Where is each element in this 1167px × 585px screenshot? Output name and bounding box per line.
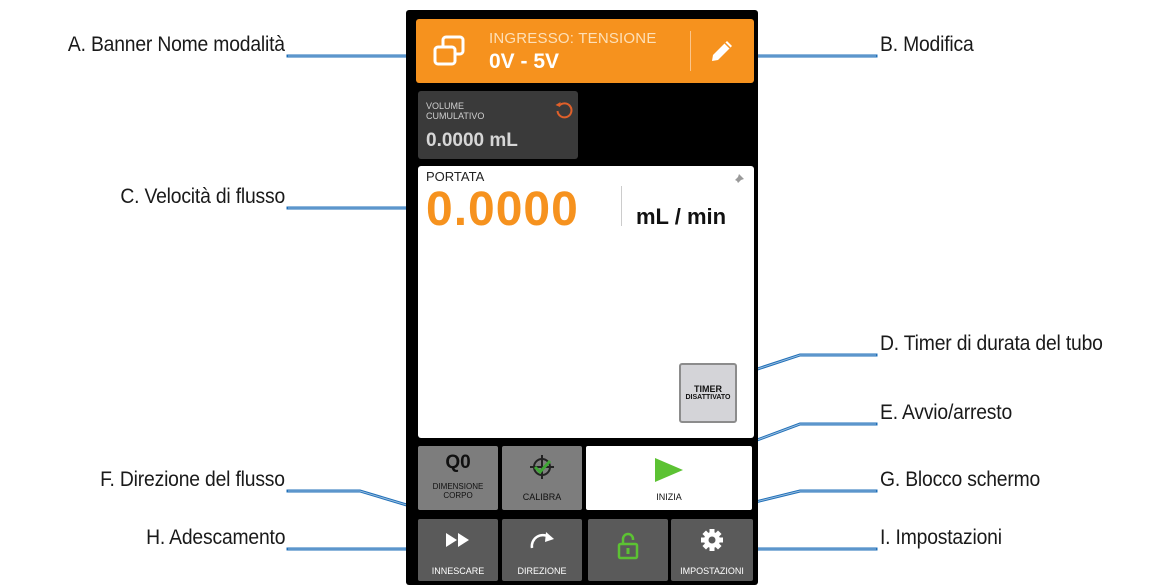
- unlock-icon: [617, 532, 639, 560]
- callout-c: C. Velocità di flusso: [120, 185, 285, 208]
- tube-timer-button[interactable]: TIMER DISATTIVATO: [679, 363, 737, 423]
- prime-label: INNESCARE: [431, 566, 485, 576]
- mode-name-banner[interactable]: INGRESSO: TENSIONE 0V - 5V: [416, 19, 754, 83]
- timer-label-line1: TIMER: [694, 384, 722, 394]
- start-stop-button[interactable]: INIZIA: [586, 446, 752, 510]
- fast-forward-icon: [446, 533, 469, 547]
- tube-size-value: Q0: [445, 452, 471, 473]
- volume-label: VOLUME CUMULATIVO: [426, 101, 485, 121]
- volume-value: 0.0000 mL: [426, 130, 518, 151]
- callout-i: I. Impostazioni: [880, 526, 1002, 549]
- flow-direction-button[interactable]: DIREZIONE: [502, 519, 582, 581]
- calibrate-button[interactable]: CALIBRA: [502, 446, 582, 510]
- callout-g: G. Blocco schermo: [880, 468, 1041, 491]
- pump-screen: INGRESSO: TENSIONE 0V - 5V VOLUME CUMULA…: [406, 10, 758, 585]
- callout-a: A. Banner Nome modalità: [68, 33, 285, 56]
- mode-title: 0V - 5V: [489, 50, 560, 73]
- tube-size-button[interactable]: Q0 DIMENSIONE CORPO: [418, 446, 498, 510]
- callout-d: D. Timer di durata del tubo: [880, 332, 1103, 355]
- play-icon: [655, 458, 683, 482]
- tube-size-label: DIMENSIONE CORPO: [432, 482, 484, 500]
- clockwise-arrow-icon: [530, 532, 554, 549]
- reset-icon[interactable]: [554, 100, 574, 120]
- calibrate-icon: [530, 455, 554, 479]
- flow-rate-unit[interactable]: mL / min: [636, 204, 726, 230]
- timer-label-line2: DISATTIVATO: [685, 394, 731, 401]
- pin-icon[interactable]: [730, 172, 746, 188]
- flow-rate-value[interactable]: 0.0000: [426, 182, 579, 237]
- settings-label: IMPOSTAZIONI: [680, 566, 744, 576]
- callout-f: F. Direzione del flusso: [100, 468, 285, 491]
- mode-icon: [433, 35, 465, 66]
- callout-b: B. Modifica: [880, 33, 974, 56]
- prime-button[interactable]: INNESCARE: [418, 519, 498, 581]
- settings-button[interactable]: IMPOSTAZIONI: [671, 519, 753, 581]
- callout-e: E. Avvio/arresto: [880, 401, 1013, 424]
- flow-divider: [621, 186, 622, 226]
- cumulative-volume-panel: VOLUME CUMULATIVO 0.0000 mL: [418, 91, 578, 159]
- direction-label: DIREZIONE: [517, 566, 567, 576]
- gear-icon: [701, 529, 723, 551]
- banner-divider: [690, 31, 691, 71]
- flow-rate-panel: PORTATA 0.0000 mL / min TIMER DISATTIVAT…: [418, 166, 754, 438]
- pencil-icon[interactable]: [708, 37, 736, 65]
- screen-lock-button[interactable]: [588, 519, 668, 581]
- callout-h: H. Adescamento: [145, 526, 285, 549]
- start-label: INIZIA: [656, 492, 682, 502]
- mode-subtitle: INGRESSO: TENSIONE: [489, 30, 657, 47]
- calibrate-label: CALIBRA: [522, 492, 562, 502]
